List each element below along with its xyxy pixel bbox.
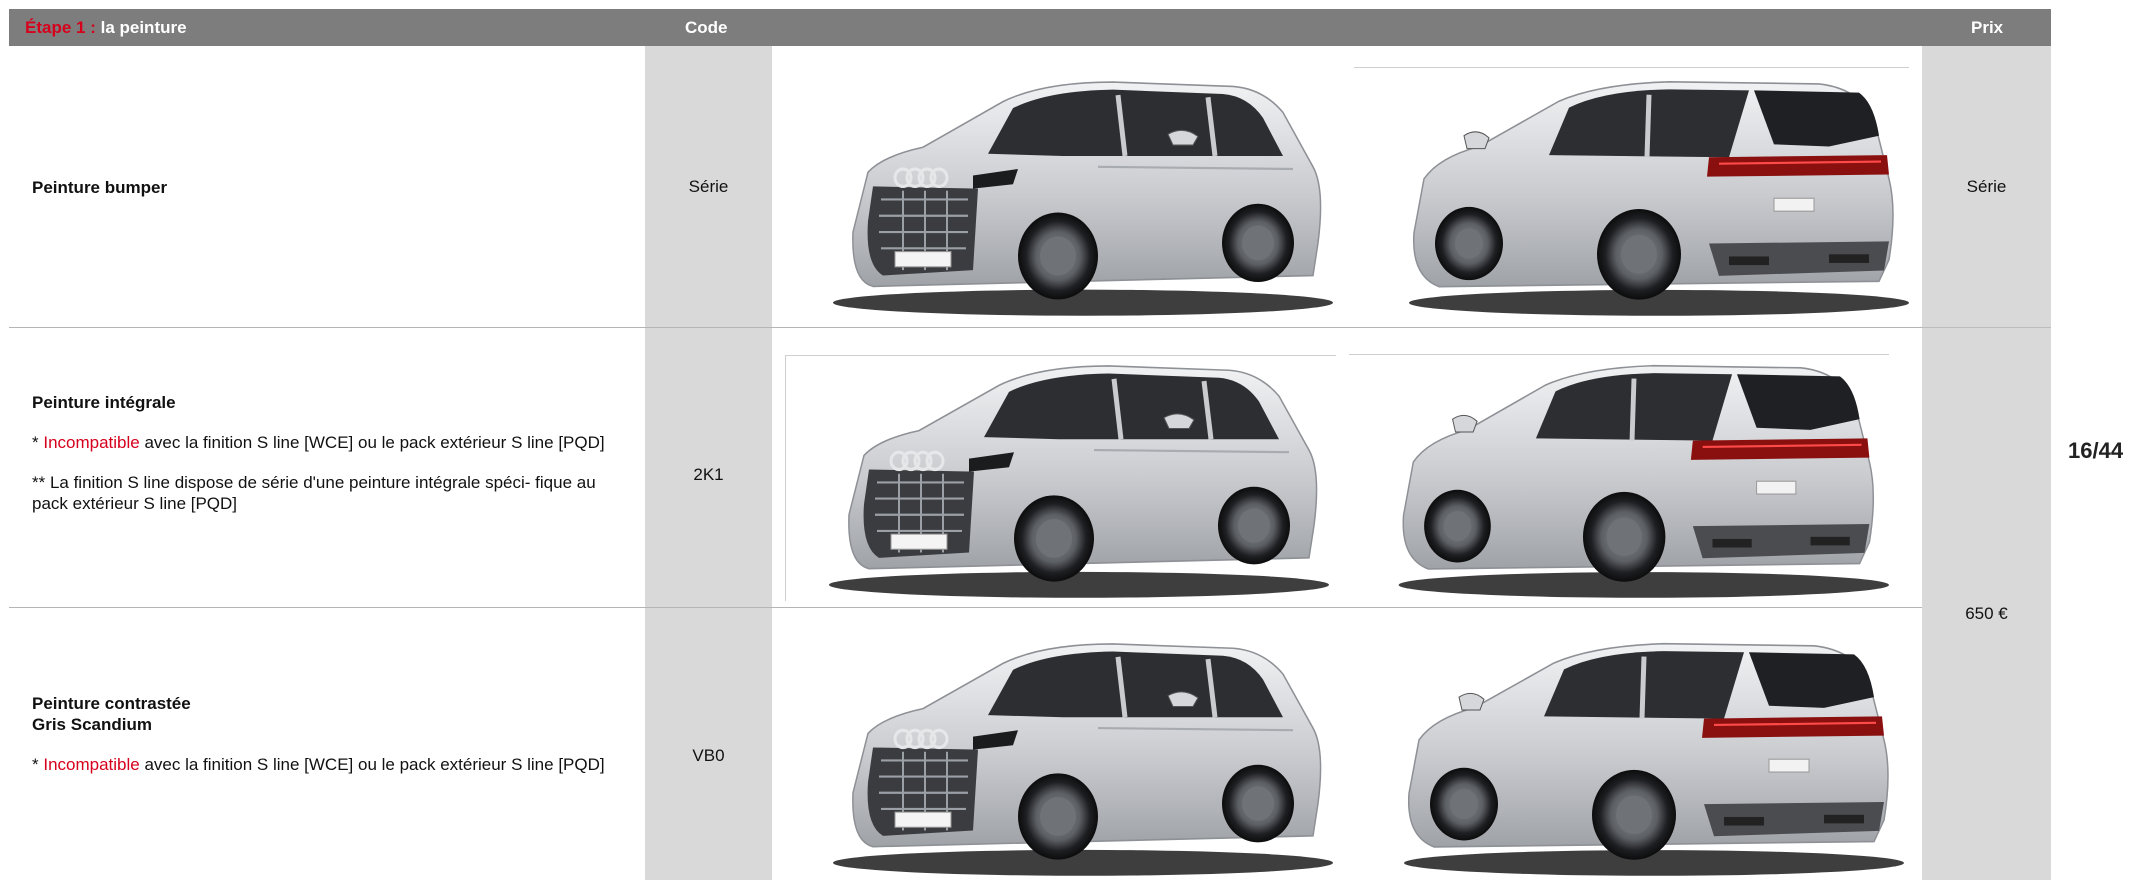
car-rear-image: [1384, 633, 1904, 879]
row-divider: [9, 607, 1922, 608]
row-bumper-code: Série: [688, 177, 729, 196]
row-title: Peinture bumper: [32, 178, 168, 197]
incompatibility-note: * Incompatible avec la finition S line […: [32, 755, 605, 774]
step-label: Étape 1 :: [25, 18, 96, 37]
row-title: Peinture contrastée: [32, 694, 191, 713]
incompatibility-note: * Incompatible avec la finition S line […: [32, 433, 605, 452]
car-front-image: [813, 69, 1333, 319]
step-title: la peinture: [100, 18, 187, 37]
car-rear-image: [1389, 71, 1909, 319]
price-divider: [1922, 327, 2051, 328]
s-line-note: ** La finition S line dispose de série d…: [32, 473, 596, 513]
page-number: 16/44: [2068, 438, 2124, 463]
car-front-image: [809, 353, 1329, 601]
car-rear-image: [1379, 355, 1889, 601]
shared-option-price: 650 €: [1965, 604, 2008, 623]
incompatible-highlight: Incompatible: [43, 433, 140, 452]
car-front-image: [813, 631, 1333, 879]
options-sheet: Étape 1 : la peinture Code Prix Peinture…: [9, 9, 2051, 880]
section-title: Étape 1 : la peinture: [25, 18, 187, 38]
row-title: Peinture intégrale: [32, 393, 176, 412]
row-contrast-description: Peinture contrastée Gris Scandium * Inco…: [32, 693, 632, 794]
row-subtitle: Gris Scandium: [32, 715, 152, 734]
row-divider: [9, 327, 1922, 328]
code-column-header: Code: [685, 18, 728, 37]
price-column: [1922, 46, 2051, 880]
row-contrast-code: VB0: [692, 746, 725, 765]
row-integral-description: Peinture intégrale * Incompatible avec l…: [32, 392, 632, 533]
image-frame: [1354, 67, 1909, 68]
table-header: Étape 1 : la peinture Code Prix: [9, 9, 2051, 46]
price-column-header: Prix: [1971, 18, 2004, 37]
row-bumper-description: Peinture bumper: [32, 177, 632, 198]
incompatible-highlight: Incompatible: [43, 755, 140, 774]
row-bumper-price: Série: [1966, 177, 2007, 196]
row-integral-code: 2K1: [693, 465, 724, 484]
